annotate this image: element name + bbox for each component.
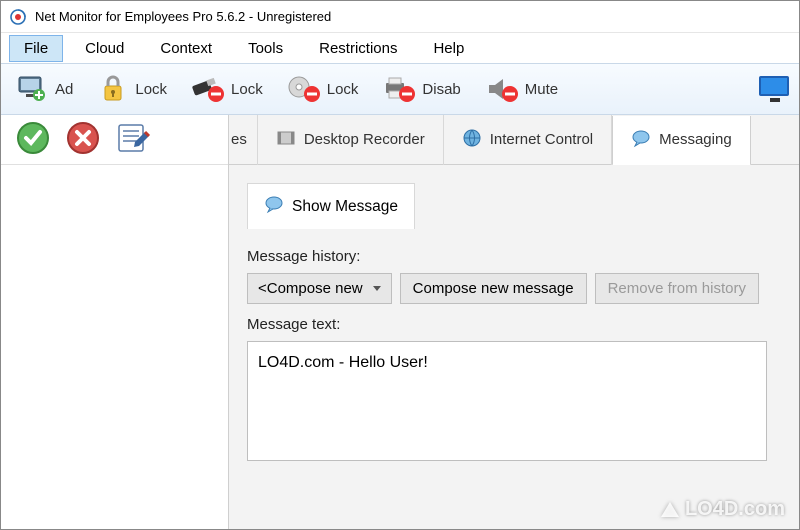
usb-deny-icon (191, 75, 225, 103)
reject-icon[interactable] (65, 120, 101, 159)
printer-deny-icon (382, 75, 416, 103)
tab-strip: es Desktop Recorder Internet Control Mes… (229, 115, 799, 165)
padlock-icon (97, 74, 129, 104)
menu-cloud[interactable]: Cloud (71, 36, 138, 61)
history-label: Message history: (247, 248, 767, 265)
lock2-label: Lock (231, 81, 263, 98)
lock-keyboard-button[interactable]: Lock (87, 67, 177, 111)
tab-partial[interactable]: es (229, 115, 258, 165)
monitor-icon (757, 74, 793, 104)
tab-desktop-recorder[interactable]: Desktop Recorder (258, 115, 444, 165)
disable-printer-button[interactable]: Disab (372, 67, 470, 111)
titlebar: Net Monitor for Employees Pro 5.6.2 - Un… (1, 1, 799, 33)
computer-list[interactable] (1, 165, 228, 529)
chat-icon (264, 194, 284, 219)
sidebar-actions (1, 115, 228, 165)
tab-label: Messaging (659, 131, 732, 148)
film-icon (276, 128, 296, 152)
add-label: Ad (55, 81, 73, 98)
lock3-label: Lock (327, 81, 359, 98)
compose-select[interactable]: <Compose new (247, 273, 392, 304)
chevron-down-icon (373, 286, 381, 291)
tab-messaging[interactable]: Messaging (612, 116, 751, 166)
accept-icon[interactable] (15, 120, 51, 159)
text-label: Message text: (247, 316, 767, 333)
chat-icon (631, 128, 651, 152)
left-sidebar (1, 115, 229, 529)
body: es Desktop Recorder Internet Control Mes… (1, 115, 799, 529)
lock-usb-button[interactable]: Lock (181, 67, 273, 111)
globe-icon (462, 128, 482, 152)
edit-list-icon[interactable] (115, 120, 151, 159)
disc-deny-icon (287, 75, 321, 103)
add-computer-button[interactable]: Ad (7, 67, 83, 111)
monitor-button[interactable] (747, 67, 793, 111)
menu-tools[interactable]: Tools (234, 36, 297, 61)
mute-label: Mute (525, 81, 558, 98)
subtab-label: Show Message (292, 198, 398, 216)
tab-partial-label: es (231, 131, 247, 148)
tab-internet-control[interactable]: Internet Control (444, 115, 612, 165)
compose-select-value: <Compose new (258, 280, 363, 297)
tab-label: Internet Control (490, 131, 593, 148)
menu-restrictions[interactable]: Restrictions (305, 36, 411, 61)
menu-context[interactable]: Context (146, 36, 226, 61)
lock1-label: Lock (135, 81, 167, 98)
compose-new-button[interactable]: Compose new message (400, 273, 587, 304)
disable-label: Disab (422, 81, 460, 98)
tab-label: Desktop Recorder (304, 131, 425, 148)
subtab-show-message[interactable]: Show Message (247, 183, 415, 229)
speaker-mute-icon (485, 75, 519, 103)
lock-cd-button[interactable]: Lock (277, 67, 369, 111)
tab-content: Show Message Message history: <Compose n… (229, 165, 799, 529)
remove-history-button[interactable]: Remove from history (595, 273, 759, 304)
menu-file[interactable]: File (9, 35, 63, 62)
message-text-input[interactable] (247, 341, 767, 461)
monitor-add-icon (17, 75, 49, 103)
app-icon (9, 8, 27, 26)
right-panel: es Desktop Recorder Internet Control Mes… (229, 115, 799, 529)
menubar: File Cloud Context Tools Restrictions He… (1, 33, 799, 63)
mute-button[interactable]: Mute (475, 67, 568, 111)
menu-help[interactable]: Help (419, 36, 478, 61)
toolbar: Ad Lock Lock Lock Disab Mute (1, 63, 799, 115)
window-title: Net Monitor for Employees Pro 5.6.2 - Un… (35, 9, 331, 24)
